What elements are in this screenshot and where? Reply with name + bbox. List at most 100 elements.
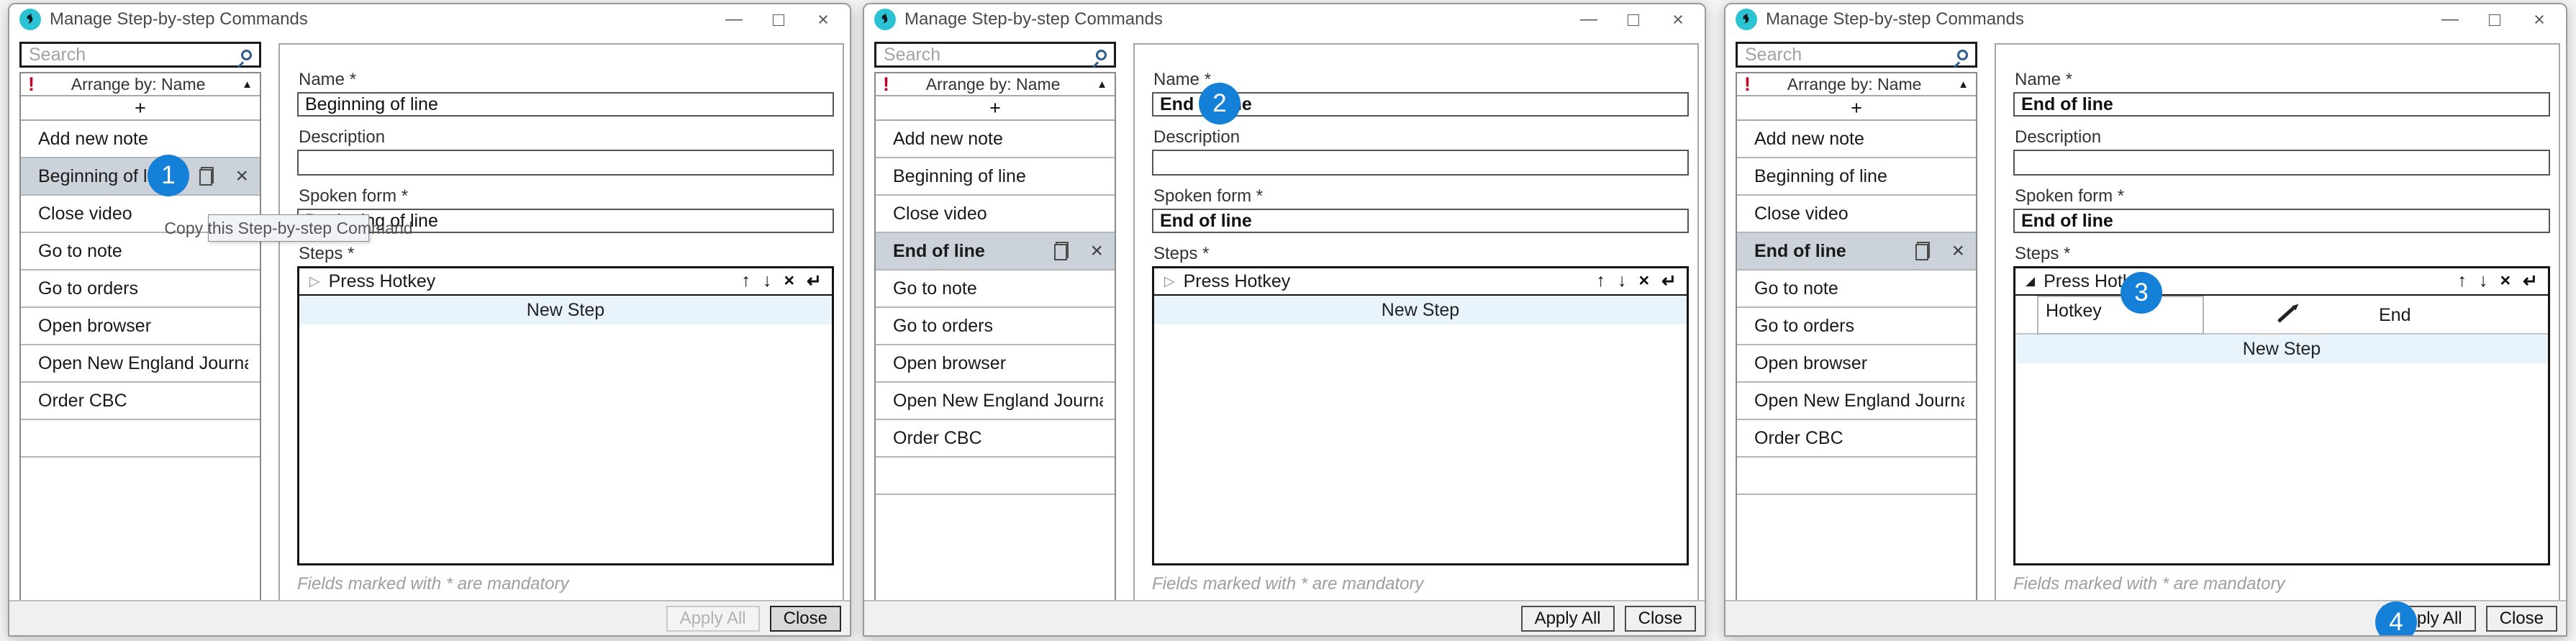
list-item-selected[interactable]: Beginning of line × — [21, 158, 260, 196]
list-item[interactable]: Open browser — [1737, 345, 1976, 383]
titlebar[interactable]: Manage Step-by-step Commands — □ × — [1725, 4, 2566, 35]
description-field[interactable] — [1152, 150, 1689, 176]
list-item[interactable]: Go to note — [876, 271, 1115, 308]
steps-label: Steps * — [2015, 245, 2550, 263]
move-step-up-icon[interactable]: ↑ — [2457, 271, 2467, 292]
delete-step-icon[interactable]: × — [1638, 271, 1649, 292]
search-icon[interactable] — [1957, 50, 1968, 60]
close-button[interactable]: Close — [1625, 606, 1696, 632]
close-window-icon[interactable]: × — [1656, 9, 1700, 31]
move-step-down-icon[interactable]: ↓ — [2479, 271, 2488, 292]
add-command-button[interactable]: + — [876, 96, 1115, 121]
move-step-up-icon[interactable]: ↑ — [1596, 271, 1605, 292]
list-item[interactable]: Add new note — [21, 121, 260, 158]
close-button[interactable]: Close — [2486, 606, 2557, 632]
search-input[interactable]: Search — [874, 42, 1116, 68]
copy-command-icon[interactable] — [1915, 242, 1930, 260]
undo-step-icon[interactable]: ↵ — [2523, 271, 2538, 292]
list-item-label: Add new note — [38, 129, 248, 150]
list-item[interactable]: Beginning of line — [1737, 158, 1976, 196]
search-input[interactable]: Search — [1736, 42, 1977, 68]
expander-expanded-icon[interactable]: ◢ — [2026, 274, 2035, 288]
delete-command-icon[interactable]: × — [1951, 240, 1964, 262]
search-icon[interactable] — [241, 50, 252, 60]
close-window-icon[interactable]: × — [801, 9, 845, 31]
list-item-label: Open browser — [1754, 353, 1964, 374]
delete-command-icon[interactable]: × — [1090, 240, 1103, 262]
list-item[interactable]: Close video — [876, 196, 1115, 233]
list-item-label: Add new note — [893, 129, 1103, 150]
description-field[interactable] — [297, 150, 834, 176]
minimize-icon[interactable]: — — [1566, 9, 1611, 29]
new-step-row[interactable]: New Step — [299, 296, 832, 324]
list-item-label: Order CBC — [893, 428, 1103, 449]
list-item[interactable]: Open New England Journal — [876, 383, 1115, 420]
search-icon[interactable] — [1096, 50, 1107, 60]
list-item[interactable]: Close video — [1737, 196, 1976, 233]
move-step-up-icon[interactable]: ↑ — [741, 271, 750, 292]
steps-list: ▷ Press Hotkey ↑ ↓ × ↵ New Step — [1152, 266, 1689, 565]
search-input[interactable]: Search — [19, 42, 261, 68]
arrange-by-header[interactable]: ! Arrange by: Name ▲ — [21, 73, 260, 96]
delete-step-icon[interactable]: × — [2500, 271, 2511, 292]
add-command-button[interactable]: + — [21, 96, 260, 121]
sort-ascending-icon[interactable]: ▲ — [242, 78, 253, 91]
list-item-selected[interactable]: End of line × — [1737, 233, 1976, 271]
add-command-button[interactable]: + — [1737, 96, 1976, 121]
titlebar[interactable]: Manage Step-by-step Commands — □ × — [864, 4, 1705, 35]
move-step-down-icon[interactable]: ↓ — [1618, 271, 1627, 292]
name-field[interactable]: End of line — [2013, 92, 2550, 117]
hotkey-field[interactable]: Hotkey — [2037, 296, 2204, 335]
minimize-icon[interactable]: — — [2428, 9, 2472, 29]
list-item[interactable]: Open browser — [876, 345, 1115, 383]
sort-ascending-icon[interactable]: ▲ — [1958, 78, 1969, 91]
undo-step-icon[interactable]: ↵ — [807, 271, 822, 292]
maximize-icon[interactable]: □ — [1611, 9, 1656, 31]
arrange-by-header[interactable]: ! Arrange by: Name ▲ — [876, 73, 1115, 96]
list-item[interactable]: Open New England Journal — [21, 345, 260, 383]
list-item[interactable]: Open browser — [21, 308, 260, 345]
new-step-row[interactable]: New Step — [1154, 296, 1687, 324]
minimize-icon[interactable]: — — [712, 9, 756, 29]
list-item[interactable]: Go to orders — [1737, 308, 1976, 345]
expander-collapsed-icon[interactable]: ▷ — [309, 273, 320, 290]
list-item[interactable]: Order CBC — [876, 420, 1115, 458]
list-item[interactable]: Add new note — [1737, 121, 1976, 158]
close-button[interactable]: Close — [770, 606, 841, 632]
list-item[interactable]: Add new note — [876, 121, 1115, 158]
delete-step-icon[interactable]: × — [784, 271, 794, 292]
name-field[interactable]: Beginning of line — [297, 92, 834, 117]
titlebar[interactable]: Manage Step-by-step Commands — □ × — [9, 4, 850, 35]
maximize-icon[interactable]: □ — [756, 9, 801, 31]
move-step-down-icon[interactable]: ↓ — [763, 271, 772, 292]
list-item[interactable]: Go to note — [1737, 271, 1976, 308]
list-item[interactable]: Order CBC — [21, 383, 260, 420]
spoken-form-field[interactable]: End of line — [2013, 209, 2550, 233]
apply-all-button[interactable]: Apply All — [1521, 606, 1615, 632]
list-item[interactable]: Open New England Journal — [1737, 383, 1976, 420]
sort-ascending-icon[interactable]: ▲ — [1097, 78, 1107, 91]
step-row-press-hotkey[interactable]: ▷ Press Hotkey ↑ ↓ × ↵ — [1154, 268, 1687, 296]
delete-command-icon[interactable]: × — [235, 165, 248, 187]
list-item[interactable]: Go to orders — [876, 308, 1115, 345]
spoken-form-label: Spoken form * — [2015, 187, 2550, 206]
maximize-icon[interactable]: □ — [2472, 9, 2517, 31]
copy-command-icon[interactable] — [199, 167, 214, 186]
list-item[interactable]: Beginning of line — [876, 158, 1115, 196]
apply-all-button[interactable]: Apply All — [666, 606, 760, 632]
new-step-row[interactable]: New Step — [2015, 335, 2548, 363]
close-window-icon[interactable]: × — [2517, 9, 2562, 31]
step-row-press-hotkey[interactable]: ▷ Press Hotkey ↑ ↓ × ↵ — [299, 268, 832, 296]
list-item-selected[interactable]: End of line × — [876, 233, 1115, 271]
edit-pencil-icon[interactable] — [2273, 304, 2302, 326]
step-row-press-hotkey[interactable]: ◢ Press Hotkey ↑ ↓ × ↵ — [2015, 268, 2548, 296]
description-field[interactable] — [2013, 150, 2550, 176]
expander-collapsed-icon[interactable]: ▷ — [1164, 273, 1175, 290]
spoken-form-field[interactable]: End of line — [1152, 209, 1689, 233]
arrange-by-header[interactable]: ! Arrange by: Name ▲ — [1737, 73, 1976, 96]
list-item[interactable]: Go to orders — [21, 271, 260, 308]
list-item[interactable]: Order CBC — [1737, 420, 1976, 458]
undo-step-icon[interactable]: ↵ — [1661, 271, 1677, 292]
copy-command-icon[interactable] — [1054, 242, 1069, 260]
mandatory-note: Fields marked with * are mandatory — [1152, 574, 1689, 594]
